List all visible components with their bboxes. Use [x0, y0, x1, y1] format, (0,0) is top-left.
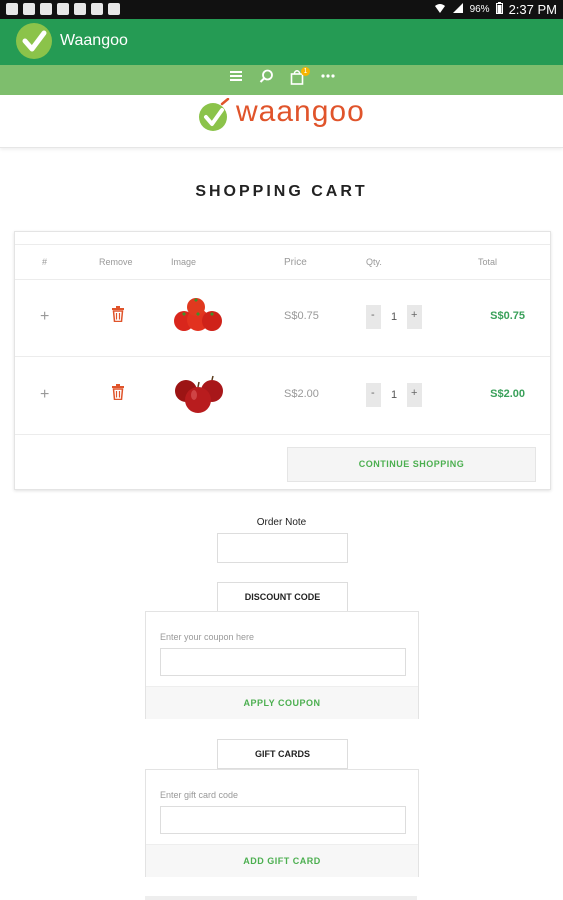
brand-logo-icon [197, 97, 231, 132]
notification-icons [6, 3, 120, 15]
add-gift-card-button[interactable]: ADD GIFT CARD [146, 844, 418, 877]
battery-icon [495, 2, 503, 17]
header-remove: Remove [99, 257, 133, 267]
header-image: Image [171, 257, 197, 267]
qty-increase-button[interactable]: + [411, 309, 417, 321]
status-bar: 96% 2:37 PM [0, 0, 563, 19]
page-title: SHOPPING CART [195, 183, 368, 200]
gift-card-panel: Enter gift card code ADD GIFT CARD [145, 769, 419, 877]
order-note-label: Order Note [256, 517, 307, 528]
notification-icon [74, 3, 86, 15]
notification-icon [91, 3, 103, 15]
order-note-input[interactable] [217, 533, 348, 563]
quantity-stepper: - 1 + [366, 305, 422, 329]
header-qty: Qty. [366, 257, 382, 267]
qty-decrease-button[interactable]: - [371, 309, 375, 321]
wifi-icon [434, 2, 446, 17]
header-price: Price [284, 257, 307, 268]
item-price: S$0.75 [284, 310, 319, 322]
app-logo-icon [16, 23, 52, 59]
qty-input[interactable]: 1 [381, 305, 407, 329]
secondary-toolbar: 1 [0, 65, 563, 95]
table-row: + S$2.00 - 1 + S$2.00 [15, 357, 550, 435]
discount-panel: Enter your coupon here APPLY COUPON [145, 611, 419, 719]
qty-increase-button[interactable]: + [411, 387, 417, 399]
gift-card-input[interactable] [160, 806, 406, 834]
qty-decrease-button[interactable]: - [371, 387, 375, 399]
gift-cards-tab[interactable]: GIFT CARDS [217, 739, 348, 769]
next-section-edge [145, 896, 417, 900]
gift-card-label: Enter gift card code [160, 790, 239, 800]
remove-item-button[interactable] [111, 306, 125, 327]
brand-header: waangoo [0, 95, 563, 148]
product-image-tomatoes[interactable] [172, 295, 224, 340]
quantity-stepper: - 1 + [366, 383, 422, 407]
app-title: Waangoo [60, 32, 128, 49]
menu-icon[interactable] [229, 69, 243, 88]
continue-shopping-button[interactable]: CONTINUE SHOPPING [287, 447, 536, 482]
app-bar: Waangoo [0, 19, 563, 65]
qty-input[interactable]: 1 [381, 383, 407, 407]
more-icon[interactable] [320, 67, 336, 88]
cart-table-header: # Remove Image Price Qty. Total [15, 244, 550, 280]
apply-coupon-button[interactable]: APPLY COUPON [146, 686, 418, 719]
brand-name[interactable]: waangoo [236, 95, 365, 129]
signal-icon [452, 2, 464, 17]
search-icon[interactable] [259, 69, 274, 89]
header-total: Total [478, 257, 498, 267]
header-index: # [42, 257, 48, 267]
remove-item-button[interactable] [111, 384, 125, 405]
expand-row-button[interactable]: + [40, 308, 49, 326]
item-price: S$2.00 [284, 388, 319, 400]
notification-icon [108, 3, 120, 15]
cart-count-badge: 1 [301, 67, 310, 76]
table-row: + S$0.75 - 1 + S$0.75 [15, 279, 550, 357]
notification-icon [57, 3, 69, 15]
notification-icon [6, 3, 18, 15]
discount-code-tab[interactable]: DISCOUNT CODE [217, 582, 348, 612]
clock: 2:37 PM [508, 2, 557, 17]
product-image-apples[interactable] [172, 373, 228, 420]
item-total: S$2.00 [490, 388, 525, 400]
expand-row-button[interactable]: + [40, 386, 49, 404]
battery-level: 96% [469, 4, 490, 15]
item-total: S$0.75 [490, 310, 525, 322]
notification-icon [40, 3, 52, 15]
notification-icon [23, 3, 35, 15]
coupon-label: Enter your coupon here [160, 632, 255, 642]
cart-table: # Remove Image Price Qty. Total + S$0.75 [14, 231, 551, 490]
coupon-input[interactable] [160, 648, 406, 676]
